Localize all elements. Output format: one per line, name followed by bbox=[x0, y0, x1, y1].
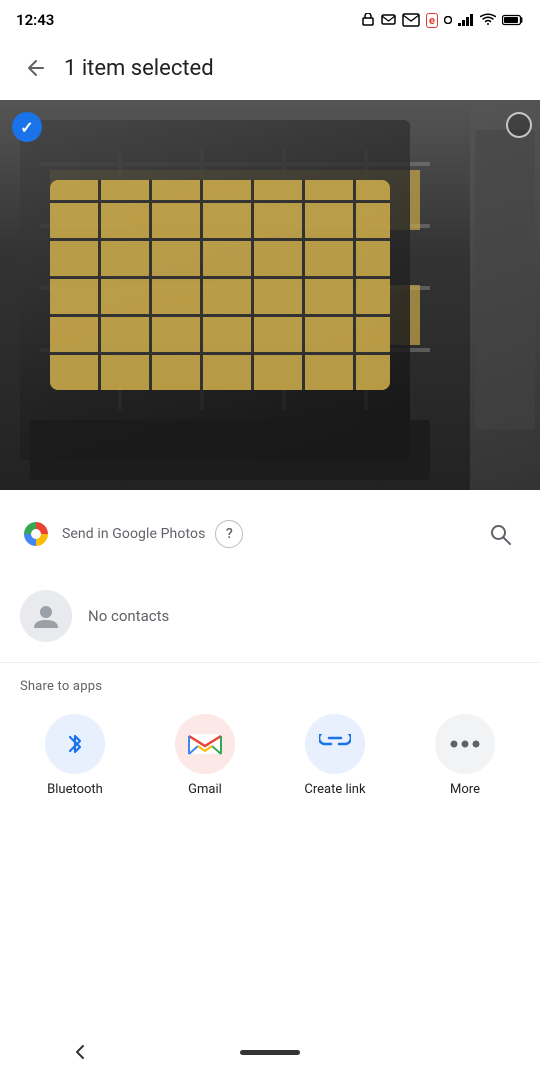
apps-row: Bluetooth Gmail Create link bbox=[0, 706, 540, 817]
gmail-label: Gmail bbox=[188, 782, 222, 797]
battery-icon bbox=[502, 14, 524, 26]
notification-icon bbox=[361, 13, 375, 27]
photo-selected[interactable] bbox=[0, 100, 470, 490]
nav-bar bbox=[0, 1024, 540, 1080]
create-link-icon-container bbox=[305, 714, 365, 774]
search-icon bbox=[488, 522, 512, 546]
share-section: Send in Google Photos ? bbox=[0, 490, 540, 570]
google-photos-logo bbox=[20, 518, 52, 550]
create-link-label: Create link bbox=[304, 782, 365, 797]
create-link-app[interactable]: Create link bbox=[280, 714, 390, 797]
bluetooth-icon bbox=[60, 729, 90, 759]
back-button[interactable] bbox=[16, 48, 56, 88]
photo-side[interactable] bbox=[470, 100, 540, 490]
ebay-badge: e bbox=[426, 13, 438, 28]
nav-home-indicator[interactable] bbox=[240, 1050, 300, 1055]
circle-dot-icon bbox=[444, 16, 452, 24]
signal-icon bbox=[458, 13, 474, 27]
mail-icon bbox=[402, 13, 420, 27]
photo-checkmark bbox=[12, 112, 42, 142]
link-icon bbox=[319, 734, 351, 754]
more-app[interactable]: More bbox=[410, 714, 520, 797]
gmail-app[interactable]: Gmail bbox=[150, 714, 260, 797]
no-contacts-text: No contacts bbox=[88, 607, 169, 625]
photo-unselect-circle[interactable] bbox=[506, 112, 532, 138]
back-icon bbox=[24, 56, 48, 80]
gmail-icon-container bbox=[175, 714, 235, 774]
contact-avatar bbox=[20, 590, 72, 642]
photo-area bbox=[0, 100, 540, 490]
status-bar: 12:43 e bbox=[0, 0, 540, 36]
person-icon bbox=[31, 601, 61, 631]
help-icon-btn[interactable]: ? bbox=[215, 520, 243, 548]
status-icons: e bbox=[361, 13, 524, 28]
contacts-row: No contacts bbox=[0, 570, 540, 663]
more-label: More bbox=[450, 782, 480, 797]
bluetooth-label: Bluetooth bbox=[47, 782, 103, 797]
search-button[interactable] bbox=[480, 514, 520, 554]
nav-back-icon bbox=[68, 1040, 92, 1064]
share-to-apps-label: Share to apps bbox=[0, 663, 540, 706]
nav-back-button[interactable] bbox=[60, 1032, 100, 1072]
page-title: 1 item selected bbox=[64, 56, 214, 81]
more-dots-icon bbox=[449, 739, 481, 749]
more-icon-container bbox=[435, 714, 495, 774]
help-icon: ? bbox=[226, 526, 233, 542]
header: 1 item selected bbox=[0, 36, 540, 100]
google-photos-label: Send in Google Photos bbox=[62, 526, 205, 542]
wifi-icon bbox=[480, 13, 496, 27]
gmail-icon bbox=[188, 731, 222, 757]
gp-left: Send in Google Photos ? bbox=[20, 518, 243, 550]
google-photos-row: Send in Google Photos ? bbox=[20, 506, 520, 562]
status-time: 12:43 bbox=[16, 11, 54, 29]
message-icon bbox=[381, 13, 396, 27]
bluetooth-icon-container bbox=[45, 714, 105, 774]
bluetooth-app[interactable]: Bluetooth bbox=[20, 714, 130, 797]
